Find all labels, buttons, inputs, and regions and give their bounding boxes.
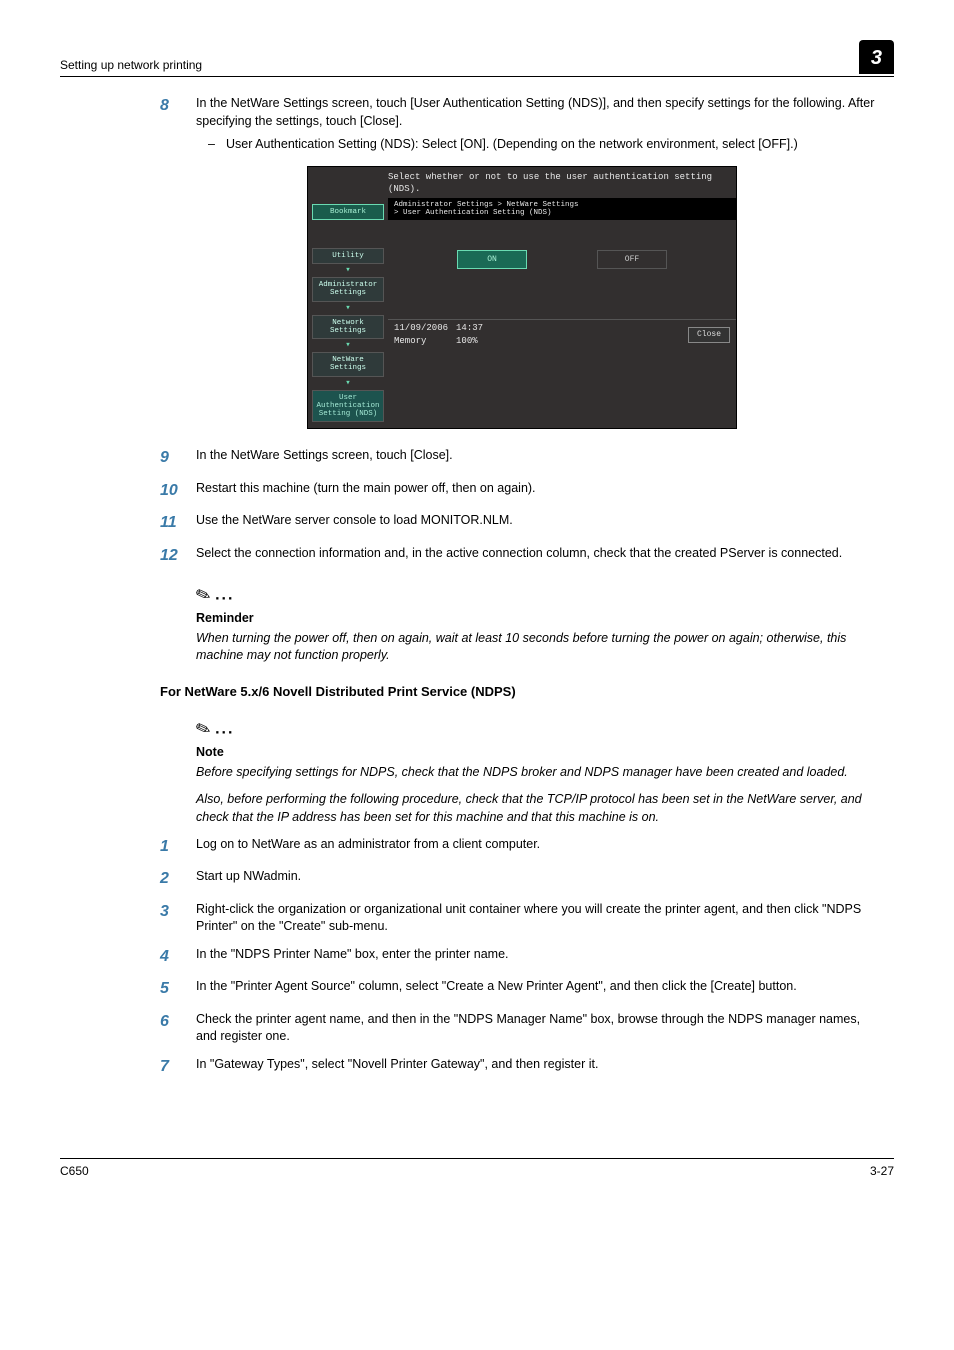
- step-body: Select the connection information and, i…: [196, 545, 884, 567]
- pencil-icon: ✎: [192, 715, 215, 744]
- step-number: 8: [160, 95, 196, 154]
- step-text: In the NetWare Settings screen, touch [U…: [196, 96, 874, 128]
- chevron-down-icon: ▾: [312, 304, 384, 313]
- device-screenshot: Select whether or not to use the user au…: [307, 166, 737, 430]
- dash: –: [208, 136, 226, 154]
- page-footer: C650 3-27: [60, 1158, 894, 1180]
- ellipsis-icon: ...: [215, 720, 234, 737]
- reminder-block: ✎... Reminder When turning the power off…: [160, 583, 884, 665]
- user-auth-button[interactable]: User Authentication Setting (NDS): [312, 390, 384, 423]
- step-number: 2: [160, 868, 196, 890]
- step-body: Start up NWadmin.: [196, 868, 884, 890]
- chevron-down-icon: ▾: [312, 266, 384, 275]
- network-settings-button[interactable]: Network Settings: [312, 315, 384, 340]
- step-body: In the "NDPS Printer Name" box, enter th…: [196, 946, 884, 968]
- step-number: 4: [160, 946, 196, 968]
- chevron-down-icon: ▾: [312, 379, 384, 388]
- ellipsis-icon: ...: [215, 586, 234, 603]
- panel-time: 14:37: [456, 322, 483, 335]
- close-button[interactable]: Close: [688, 327, 730, 342]
- step-body: In the "Printer Agent Source" column, se…: [196, 978, 884, 1000]
- panel-memory-value: 100%: [456, 335, 483, 348]
- step-b-6: 6 Check the printer agent name, and then…: [160, 1011, 884, 1046]
- step-8: 8 In the NetWare Settings screen, touch …: [160, 95, 884, 154]
- step-number: 12: [160, 545, 196, 567]
- step-b-7: 7 In "Gateway Types", select "Novell Pri…: [160, 1056, 884, 1078]
- admin-settings-button[interactable]: Administrator Settings: [312, 277, 384, 302]
- step-number: 9: [160, 447, 196, 469]
- on-button[interactable]: ON: [457, 250, 527, 269]
- bookmark-button[interactable]: Bookmark: [312, 204, 384, 220]
- step-number: 10: [160, 480, 196, 502]
- substep: – User Authentication Setting (NDS): Sel…: [196, 136, 884, 154]
- step-9: 9 In the NetWare Settings screen, touch …: [160, 447, 884, 469]
- chevron-down-icon: ▾: [312, 341, 384, 350]
- step-b-5: 5 In the "Printer Agent Source" column, …: [160, 978, 884, 1000]
- pencil-icon: ✎: [192, 581, 215, 610]
- step-number: 11: [160, 512, 196, 534]
- step-12: 12 Select the connection information and…: [160, 545, 884, 567]
- footer-model: C650: [60, 1163, 89, 1180]
- step-number: 3: [160, 901, 196, 936]
- footer-page: 3-27: [870, 1163, 894, 1180]
- utility-button[interactable]: Utility: [312, 248, 384, 264]
- step-b-3: 3 Right-click the organization or organi…: [160, 901, 884, 936]
- step-body: In "Gateway Types", select "Novell Print…: [196, 1056, 884, 1078]
- step-body: Log on to NetWare as an administrator fr…: [196, 836, 884, 858]
- chapter-number: 3: [859, 40, 894, 74]
- section-heading: For NetWare 5.x/6 Novell Distributed Pri…: [160, 683, 884, 701]
- on-off-row: ON OFF: [388, 220, 736, 319]
- note-title: Note: [196, 744, 884, 762]
- panel-date: 11/09/2006: [394, 322, 448, 335]
- panel-footer: 11/09/2006 Memory 14:37 100% Close: [388, 319, 736, 349]
- panel-memory-label: Memory: [394, 335, 448, 348]
- panel-sidebar: Bookmark Utility ▾ Administrator Setting…: [308, 198, 388, 429]
- step-b-2: 2 Start up NWadmin.: [160, 868, 884, 890]
- reminder-body: When turning the power off, then on agai…: [196, 630, 884, 665]
- panel-breadcrumb: Administrator Settings > NetWare Setting…: [388, 198, 736, 221]
- step-number: 1: [160, 836, 196, 858]
- note-block: ✎... Note Before specifying settings for…: [160, 717, 884, 826]
- step-body: Use the NetWare server console to load M…: [196, 512, 884, 534]
- step-body: Right-click the organization or organiza…: [196, 901, 884, 936]
- page-content: 8 In the NetWare Settings screen, touch …: [60, 95, 894, 1078]
- reminder-title: Reminder: [196, 610, 884, 628]
- step-b-1: 1 Log on to NetWare as an administrator …: [160, 836, 884, 858]
- step-body: Check the printer agent name, and then i…: [196, 1011, 884, 1046]
- step-number: 7: [160, 1056, 196, 1078]
- step-11: 11 Use the NetWare server console to loa…: [160, 512, 884, 534]
- step-body: In the NetWare Settings screen, touch [C…: [196, 447, 884, 469]
- running-head: Setting up network printing: [60, 57, 202, 74]
- off-button[interactable]: OFF: [597, 250, 667, 269]
- step-10: 10 Restart this machine (turn the main p…: [160, 480, 884, 502]
- substep-text: User Authentication Setting (NDS): Selec…: [226, 136, 798, 154]
- netware-settings-button[interactable]: NetWare Settings: [312, 352, 384, 377]
- step-body: Restart this machine (turn the main powe…: [196, 480, 884, 502]
- panel-instruction: Select whether or not to use the user au…: [308, 167, 736, 198]
- note-body-1: Before specifying settings for NDPS, che…: [196, 764, 884, 782]
- step-body: In the NetWare Settings screen, touch [U…: [196, 95, 884, 154]
- step-b-4: 4 In the "NDPS Printer Name" box, enter …: [160, 946, 884, 968]
- step-number: 6: [160, 1011, 196, 1046]
- step-number: 5: [160, 978, 196, 1000]
- page-header: Setting up network printing 3: [60, 40, 894, 77]
- note-body-2: Also, before performing the following pr…: [196, 791, 884, 826]
